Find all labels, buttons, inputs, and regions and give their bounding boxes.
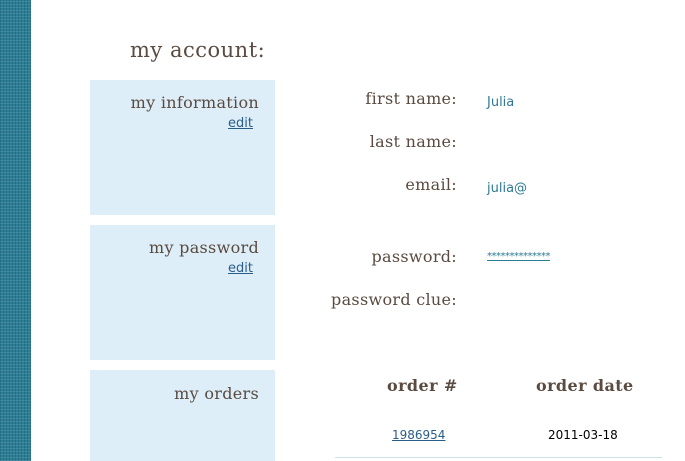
table-row-divider xyxy=(335,457,662,458)
password-value: ************** xyxy=(487,251,551,262)
my-orders-panel: my orders xyxy=(90,370,275,461)
order-date-column-header: order date xyxy=(536,376,634,395)
email-label: email: xyxy=(405,175,457,194)
first-name-label: first name: xyxy=(365,89,457,108)
password-label: password: xyxy=(371,247,457,266)
order-date-cell: 2011-03-18 xyxy=(548,428,618,442)
my-information-title: my information xyxy=(130,93,259,112)
edit-password-link[interactable]: edit xyxy=(228,261,253,276)
first-name-value: Julia xyxy=(487,95,515,110)
page-title: my account: xyxy=(130,38,266,62)
my-information-panel: my information edit xyxy=(90,80,275,215)
password-clue-label: password clue: xyxy=(331,290,457,309)
decorative-side-stripe xyxy=(0,0,31,461)
my-password-title: my password xyxy=(148,238,259,257)
my-password-panel: my password edit xyxy=(90,225,275,360)
last-name-label: last name: xyxy=(369,132,457,151)
edit-information-link[interactable]: edit xyxy=(228,116,253,131)
email-value: julia@ xyxy=(487,181,528,196)
order-number-link[interactable]: 1986954 xyxy=(392,428,445,442)
my-orders-title: my orders xyxy=(174,384,259,403)
order-number-column-header: order # xyxy=(387,376,458,395)
